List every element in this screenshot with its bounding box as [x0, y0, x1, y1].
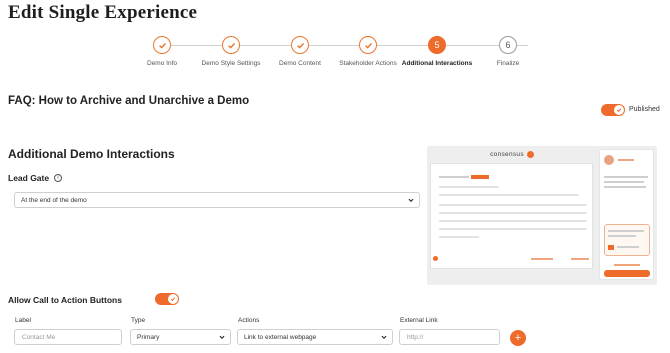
check-icon	[222, 36, 240, 54]
toggle-knob	[614, 105, 624, 115]
step-1[interactable]: Demo Info	[122, 36, 202, 68]
step-number: 5	[428, 36, 446, 54]
preview-logo: consensus	[427, 146, 597, 162]
demo-title: FAQ: How to Archive and Unarchive a Demo	[8, 95, 250, 107]
preview-screen	[430, 163, 593, 269]
check-icon	[291, 36, 309, 54]
plus-icon: +	[514, 332, 522, 344]
lead-gate-value: At the end of the demo	[21, 196, 87, 204]
cta-actions-select[interactable]: Link to external webpage	[237, 329, 393, 345]
step-6[interactable]: 6 Finalize	[468, 36, 548, 68]
column-actions: Actions	[238, 317, 260, 324]
preview-sidebar	[599, 149, 654, 280]
info-icon[interactable]: i	[54, 174, 62, 182]
preview-avatar	[604, 155, 614, 165]
preview-logo-mark	[526, 150, 534, 158]
chevron-down-icon	[408, 198, 414, 202]
cta-label-input[interactable]: Contact Me	[14, 329, 122, 345]
step-label: Demo Info	[147, 60, 177, 67]
preview-logo-text: consensus	[490, 150, 524, 158]
step-label: Additional Interactions	[401, 60, 473, 67]
lead-gate-label: Lead Gate	[8, 173, 50, 183]
section-title: Additional Demo Interactions	[8, 147, 175, 161]
preview-card	[604, 224, 650, 256]
published-toggle[interactable]	[601, 104, 625, 116]
page-title: Edit Single Experience	[8, 2, 198, 23]
column-external-link: External Link	[400, 317, 438, 324]
step-label: Finalize	[496, 60, 520, 67]
step-5[interactable]: 5 Additional Interactions	[397, 36, 477, 68]
add-cta-button[interactable]: +	[510, 330, 526, 346]
check-icon	[153, 36, 171, 54]
cta-external-link-input[interactable]: http://	[399, 329, 500, 345]
toggle-knob	[168, 294, 178, 304]
step-label: Stakeholder Actions	[339, 60, 397, 67]
step-label: Demo Style Settings	[201, 60, 261, 67]
column-label: Label	[15, 317, 31, 324]
demo-preview: consensus	[427, 146, 657, 285]
published-label: Published	[629, 106, 660, 113]
cta-label: Allow Call to Action Buttons	[8, 295, 122, 305]
cta-toggle[interactable]	[155, 293, 179, 305]
lead-gate-select[interactable]: At the end of the demo	[14, 192, 420, 208]
cta-type-value: Primary	[137, 333, 160, 341]
check-icon	[359, 36, 377, 54]
check-icon	[616, 108, 622, 113]
cta-label-placeholder: Contact Me	[22, 333, 56, 341]
cta-actions-value: Link to external webpage	[244, 333, 317, 341]
preview-button	[604, 270, 650, 277]
chevron-down-icon	[381, 335, 387, 339]
cta-type-select[interactable]: Primary	[130, 329, 231, 345]
cta-link-placeholder: http://	[407, 333, 424, 341]
check-icon	[170, 297, 176, 302]
column-type: Type	[131, 317, 146, 324]
step-4[interactable]: Stakeholder Actions	[328, 36, 408, 68]
step-number: 6	[499, 36, 517, 54]
chevron-down-icon	[219, 335, 225, 339]
step-2[interactable]: Demo Style Settings	[191, 36, 271, 68]
progress-stepper: Demo Info Demo Style Settings Demo Content…	[130, 36, 550, 86]
